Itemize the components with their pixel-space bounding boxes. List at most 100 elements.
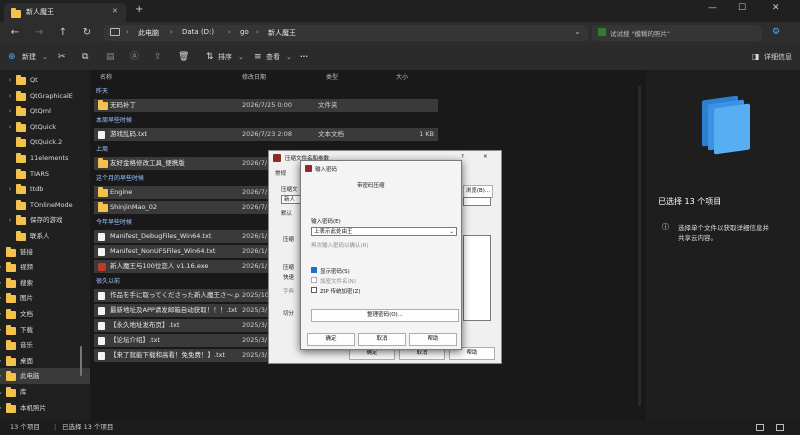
encrypt-names-checkbox[interactable] <box>311 277 317 283</box>
sidebar-item[interactable]: › 文档 <box>0 306 90 322</box>
password-help-button[interactable]: 帮助 <box>409 333 457 346</box>
chevron-icon[interactable]: › <box>0 368 4 384</box>
cut-icon[interactable]: ✂ <box>58 51 66 63</box>
up-button[interactable]: ↑ <box>56 26 70 40</box>
group-header[interactable]: 今年早些时候 <box>96 217 132 229</box>
sidebar-item[interactable]: › Qt <box>0 72 90 88</box>
chevron-icon[interactable]: › <box>0 306 4 322</box>
chevron-icon[interactable]: › <box>6 72 14 88</box>
password-dropdown-icon[interactable]: ⌄ <box>449 228 454 237</box>
paste-icon[interactable]: ▤ <box>106 51 115 63</box>
breadcrumb-drive[interactable]: Data (D:) <box>182 28 214 36</box>
sort-button[interactable]: 排序 <box>218 51 232 63</box>
password-ok-button[interactable]: 确定 <box>307 333 355 346</box>
group-header[interactable]: 这个月的早些时候 <box>96 173 144 185</box>
sidebar-item[interactable]: › 保存的游戏 <box>0 212 90 228</box>
details-button[interactable]: 详细信息 <box>764 51 792 63</box>
sidebar-item[interactable]: 11elements <box>0 150 90 166</box>
sidebar-item[interactable]: QtQuick.2 <box>0 134 90 150</box>
sidebar-item[interactable]: › 桌面 <box>0 353 90 369</box>
back-button[interactable]: ← <box>8 26 22 40</box>
sidebar-item[interactable]: › ttdb <box>0 181 90 197</box>
group-header[interactable]: 昨天 <box>96 86 108 98</box>
breadcrumb-go[interactable]: go <box>240 28 249 36</box>
chevron-icon[interactable]: › <box>0 290 4 306</box>
address-box[interactable]: › 此电脑 › Data (D:) › go › 新人魔王 ⌄ <box>104 25 588 41</box>
sidebar-item[interactable]: › 此电脑 <box>0 368 90 385</box>
chevron-icon[interactable]: › <box>0 353 4 369</box>
view-dropdown-icon[interactable]: ⌄ <box>286 51 292 63</box>
table-row[interactable]: 无码补丁 2026/7/25 0:00 文件夹 <box>94 99 438 112</box>
options-list[interactable] <box>463 235 491 321</box>
new-button[interactable]: 新建 <box>22 51 36 63</box>
chevron-icon[interactable]: › <box>6 212 14 228</box>
chevron-icon[interactable]: › <box>6 181 14 197</box>
rename-icon[interactable]: Ⓐ <box>130 51 139 63</box>
sidebar-item[interactable]: TOnlineMode <box>0 197 90 213</box>
search-input[interactable]: 试试搜 "模糊的照片" <box>592 25 762 41</box>
show-password-checkbox[interactable] <box>311 267 317 273</box>
chevron-icon[interactable]: › <box>6 119 14 135</box>
table-row[interactable]: 游戏乱码.txt 2026/7/23 2:08 文本文档 1 KB <box>94 128 438 141</box>
chevron-icon[interactable]: › <box>6 103 14 119</box>
sidebar-item[interactable]: › 图片 <box>0 290 90 306</box>
group-header[interactable]: 很久以前 <box>96 276 120 288</box>
sidebar-scrollbar[interactable] <box>80 346 82 376</box>
group-header[interactable]: 本周早些时候 <box>96 115 132 127</box>
breadcrumb-pc[interactable]: 此电脑 <box>138 28 159 38</box>
close-window-button[interactable]: ✕ <box>772 3 780 13</box>
chevron-icon[interactable]: › <box>0 259 4 275</box>
new-dropdown-icon[interactable]: ⌄ <box>42 51 48 63</box>
breadcrumb-current[interactable]: 新人魔王 <box>268 28 296 38</box>
sidebar-item[interactable]: › QtQuick <box>0 119 90 135</box>
column-header-name[interactable]: 名称 <box>100 72 112 82</box>
more-button[interactable]: ··· <box>300 51 308 63</box>
close-tab-icon[interactable]: ✕ <box>112 7 118 15</box>
sidebar-item[interactable]: › 下载 <box>0 322 90 338</box>
sidebar-item[interactable]: › QtQml <box>0 103 90 119</box>
dialog-close-button[interactable]: ✕ <box>483 154 488 160</box>
sidebar-item[interactable]: › 本机照片 <box>0 400 90 416</box>
sidebar-item[interactable]: › 视频 <box>0 259 90 275</box>
password-field[interactable]: 上表示此处由王 ⌄ <box>311 227 457 236</box>
new-tab-button[interactable]: + <box>135 4 143 15</box>
maximize-button[interactable]: ☐ <box>738 3 746 13</box>
details-view-icon[interactable] <box>756 424 764 431</box>
password-cancel-button[interactable]: 取消 <box>358 333 406 346</box>
window-tab[interactable]: 新人魔王 ✕ <box>4 3 126 22</box>
refresh-button[interactable]: ↻ <box>80 26 94 40</box>
browse-combo[interactable] <box>463 197 491 206</box>
tab-general[interactable]: 常规 <box>275 169 286 177</box>
sidebar-item[interactable]: 链接 <box>0 244 90 260</box>
sidebar-item[interactable]: 联系人 <box>0 228 90 244</box>
sidebar-item[interactable]: › QtGraphicalE <box>0 88 90 104</box>
column-header-type[interactable]: 类型 <box>326 72 338 82</box>
address-dropdown-icon[interactable]: ⌄ <box>574 27 581 36</box>
tiles-view-icon[interactable] <box>776 424 784 431</box>
chevron-icon[interactable]: › <box>0 275 4 291</box>
copy-icon[interactable]: ⧉ <box>82 51 88 63</box>
view-button[interactable]: 查看 <box>266 51 280 63</box>
minimize-button[interactable]: — <box>708 3 717 13</box>
folder-icon <box>6 324 16 335</box>
chevron-icon[interactable]: › <box>6 88 14 104</box>
forward-button[interactable]: → <box>32 26 46 40</box>
sidebar-item[interactable]: TIARS <box>0 166 90 182</box>
zip-legacy-checkbox[interactable] <box>311 287 317 293</box>
gear-icon[interactable]: ⚙ <box>772 27 780 37</box>
column-header-date[interactable]: 修改日期 <box>242 72 266 82</box>
sidebar-item[interactable]: ⌄库 <box>0 384 90 400</box>
sort-dropdown-icon[interactable]: ⌄ <box>238 51 244 63</box>
chevron-icon[interactable]: ⌄ <box>0 384 4 400</box>
file-list-scrollbar[interactable] <box>638 86 641 406</box>
group-header[interactable]: 上周 <box>96 144 108 156</box>
chevron-icon[interactable]: › <box>0 400 4 416</box>
sidebar-item[interactable]: 音乐 <box>0 337 90 353</box>
share-icon[interactable]: ⇪ <box>154 51 162 63</box>
delete-icon[interactable]: 🗑 <box>178 51 189 63</box>
manage-passwords-button[interactable]: 整理密码(O)... <box>311 309 459 322</box>
sidebar-item[interactable]: › 搜索 <box>0 275 90 291</box>
column-header-size[interactable]: 大小 <box>396 72 408 82</box>
archive-name-field[interactable]: 新人 <box>281 195 301 204</box>
chevron-icon[interactable]: › <box>0 322 4 338</box>
